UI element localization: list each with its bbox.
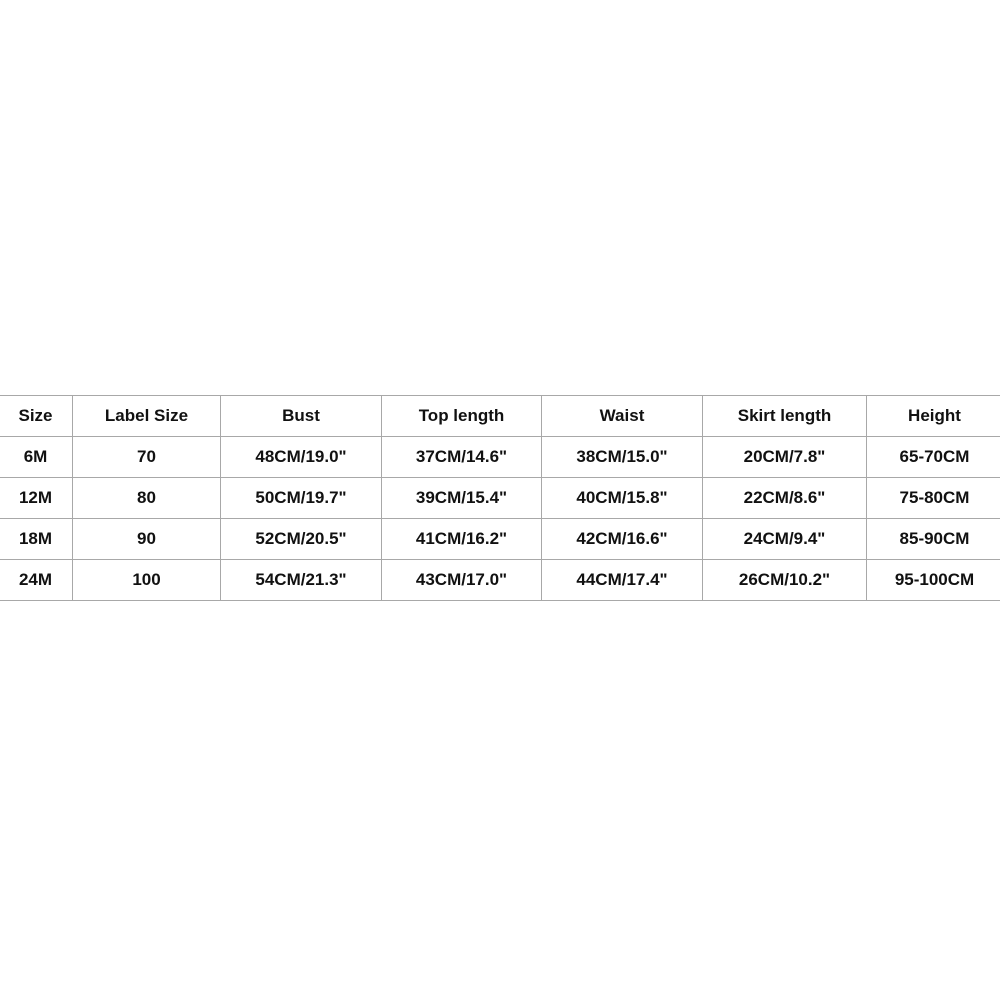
table-row: 6M 70 48CM/19.0" 37CM/14.6" 38CM/15.0" 2… — [0, 436, 1000, 478]
cell-top-length: 41CM/16.2" — [381, 518, 542, 560]
header-label-size: Label Size — [72, 395, 221, 437]
cell-top-length: 37CM/14.6" — [381, 436, 542, 478]
cell-top-length: 39CM/15.4" — [381, 477, 542, 519]
cell-size: 12M — [0, 477, 73, 519]
cell-waist: 40CM/15.8" — [541, 477, 703, 519]
cell-waist: 42CM/16.6" — [541, 518, 703, 560]
cell-label-size: 90 — [72, 518, 221, 560]
cell-size: 18M — [0, 518, 73, 560]
cell-height: 85-90CM — [866, 518, 1000, 560]
cell-height: 95-100CM — [866, 559, 1000, 601]
cell-height: 75-80CM — [866, 477, 1000, 519]
cell-label-size: 80 — [72, 477, 221, 519]
cell-bust: 54CM/21.3" — [220, 559, 382, 601]
cell-waist: 44CM/17.4" — [541, 559, 703, 601]
header-bust: Bust — [220, 395, 382, 437]
cell-bust: 52CM/20.5" — [220, 518, 382, 560]
cell-size: 24M — [0, 559, 73, 601]
cell-top-length: 43CM/17.0" — [381, 559, 542, 601]
cell-skirt-length: 26CM/10.2" — [702, 559, 867, 601]
cell-skirt-length: 20CM/7.8" — [702, 436, 867, 478]
cell-label-size: 100 — [72, 559, 221, 601]
cell-bust: 50CM/19.7" — [220, 477, 382, 519]
table-row: 12M 80 50CM/19.7" 39CM/15.4" 40CM/15.8" … — [0, 477, 1000, 519]
table-header-row: Size Label Size Bust Top length Waist Sk… — [0, 395, 1000, 437]
size-chart-table: Size Label Size Bust Top length Waist Sk… — [0, 395, 1000, 601]
cell-waist: 38CM/15.0" — [541, 436, 703, 478]
cell-skirt-length: 24CM/9.4" — [702, 518, 867, 560]
header-skirt-length: Skirt length — [702, 395, 867, 437]
table-row: 24M 100 54CM/21.3" 43CM/17.0" 44CM/17.4"… — [0, 559, 1000, 601]
cell-label-size: 70 — [72, 436, 221, 478]
cell-height: 65-70CM — [866, 436, 1000, 478]
table-row: 18M 90 52CM/20.5" 41CM/16.2" 42CM/16.6" … — [0, 518, 1000, 560]
cell-skirt-length: 22CM/8.6" — [702, 477, 867, 519]
cell-bust: 48CM/19.0" — [220, 436, 382, 478]
header-height: Height — [866, 395, 1000, 437]
cell-size: 6M — [0, 436, 73, 478]
header-waist: Waist — [541, 395, 703, 437]
header-size: Size — [0, 395, 73, 437]
header-top-length: Top length — [381, 395, 542, 437]
